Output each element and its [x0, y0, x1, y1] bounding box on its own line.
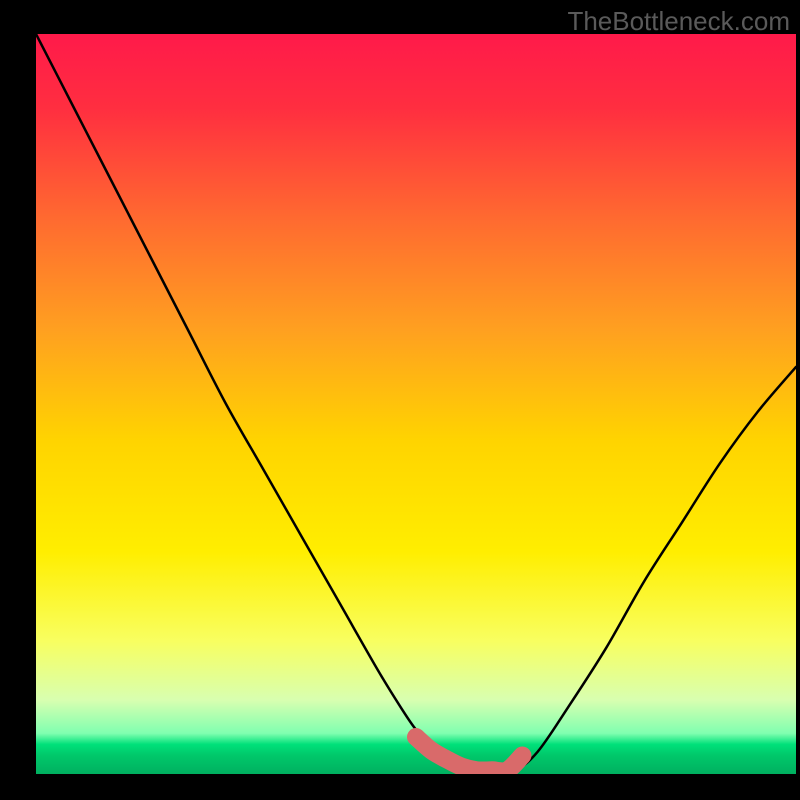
bottleneck-chart: [36, 34, 796, 774]
watermark-text: TheBottleneck.com: [567, 6, 790, 37]
optimal-range-marker: [36, 34, 796, 774]
